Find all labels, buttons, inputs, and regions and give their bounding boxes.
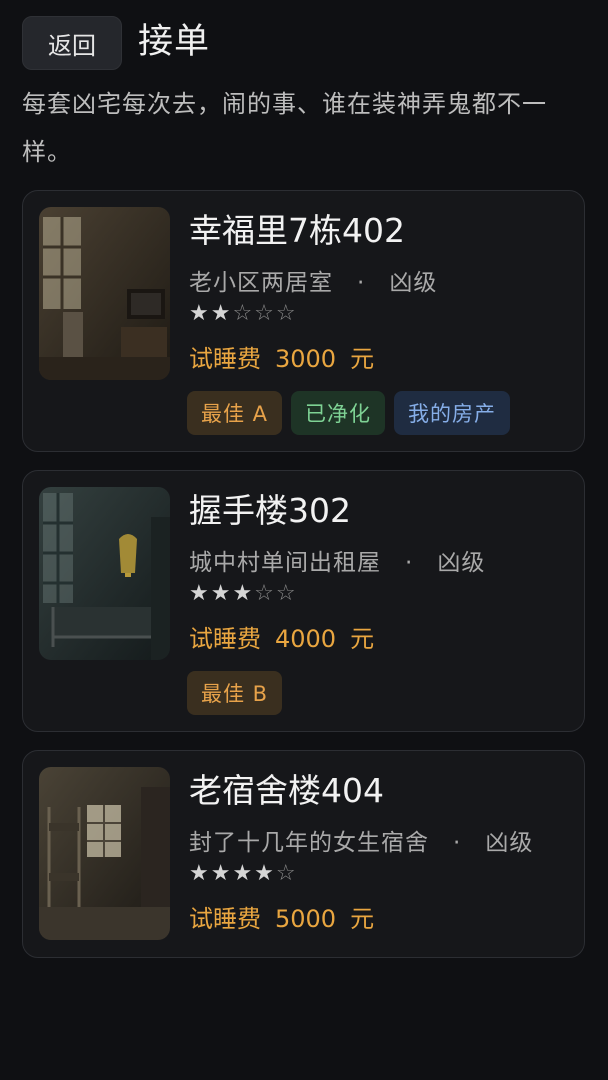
fee-label: 试睡费 xyxy=(189,625,261,653)
level-label: 凶级 xyxy=(389,270,438,296)
stars-empty: ☆☆☆ xyxy=(232,301,298,326)
order-subtitle: 封了十几年的女生宿舍 · 凶级 xyxy=(189,825,533,861)
fee-label: 试睡费 xyxy=(189,905,261,933)
header: 返回 接单 xyxy=(22,16,586,72)
page-title: 接单 xyxy=(138,22,211,62)
fee-line: 试睡费 4000 元 xyxy=(189,619,388,659)
fee-value: 4000 xyxy=(275,625,337,653)
fee-label: 试睡费 xyxy=(189,345,261,373)
stars-empty: ☆☆ xyxy=(254,581,298,606)
fee-value: 5000 xyxy=(275,905,337,933)
separator-dot: · xyxy=(357,270,366,296)
tag-list: 最佳 B xyxy=(187,671,283,715)
order-title: 老宿舍楼404 xyxy=(189,771,384,810)
order-card[interactable]: 老宿舍楼404 封了十几年的女生宿舍 · 凶级 ★★★★☆ 试睡费 5000 元 xyxy=(22,750,585,958)
intro-text: 每套凶宅每次去，闹的事、谁在装神弄鬼都不一样。 xyxy=(22,90,547,166)
separator-dot: · xyxy=(405,550,414,576)
rating-stars: ★★★☆☆ xyxy=(189,577,298,611)
fee-unit: 元 xyxy=(350,625,375,653)
fee-unit: 元 xyxy=(350,345,375,373)
order-title: 幸福里7栋402 xyxy=(189,211,405,250)
order-type: 城中村单间出租屋 xyxy=(189,550,381,576)
stars-empty: ☆ xyxy=(275,861,298,886)
abandoned-room-tv-image xyxy=(39,207,170,380)
back-button[interactable]: 返回 xyxy=(22,16,122,70)
stars-filled: ★★ xyxy=(189,301,233,326)
stars-filled: ★★★ xyxy=(189,581,255,606)
order-type: 老小区两居室 xyxy=(189,270,333,296)
fee-unit: 元 xyxy=(350,905,375,933)
order-subtitle: 老小区两居室 · 凶级 xyxy=(189,265,437,301)
purified-badge: 已净化 xyxy=(291,391,386,435)
level-label: 凶级 xyxy=(485,830,534,856)
rating-stars: ★★★★☆ xyxy=(189,857,298,891)
separator-dot: · xyxy=(453,830,462,856)
order-title: 握手楼302 xyxy=(189,491,351,530)
order-card[interactable]: 握手楼302 城中村单间出租屋 · 凶级 ★★★☆☆ 试睡费 4000 元 最佳 B xyxy=(22,470,585,732)
best-grade-badge: 最佳 A xyxy=(187,391,283,435)
stars-filled: ★★★★ xyxy=(189,861,276,886)
order-subtitle: 城中村单间出租屋 · 凶级 xyxy=(189,545,485,581)
my-property-badge: 我的房产 xyxy=(394,391,511,435)
order-card[interactable]: 幸福里7栋402 老小区两居室 · 凶级 ★★☆☆☆ 试睡费 3000 元 最佳 A 已… xyxy=(22,190,585,452)
order-type: 封了十几年的女生宿舍 xyxy=(189,830,429,856)
dormitory-bunk-image xyxy=(39,767,170,940)
fee-value: 3000 xyxy=(275,345,337,373)
fee-line: 试睡费 3000 元 xyxy=(189,339,388,379)
best-grade-badge: 最佳 B xyxy=(187,671,283,715)
rusty-bed-room-image xyxy=(39,487,170,660)
level-label: 凶级 xyxy=(437,550,486,576)
tag-list: 最佳 A 已净化 我的房产 xyxy=(187,391,511,435)
rating-stars: ★★☆☆☆ xyxy=(189,297,298,331)
fee-line: 试睡费 5000 元 xyxy=(189,899,388,939)
